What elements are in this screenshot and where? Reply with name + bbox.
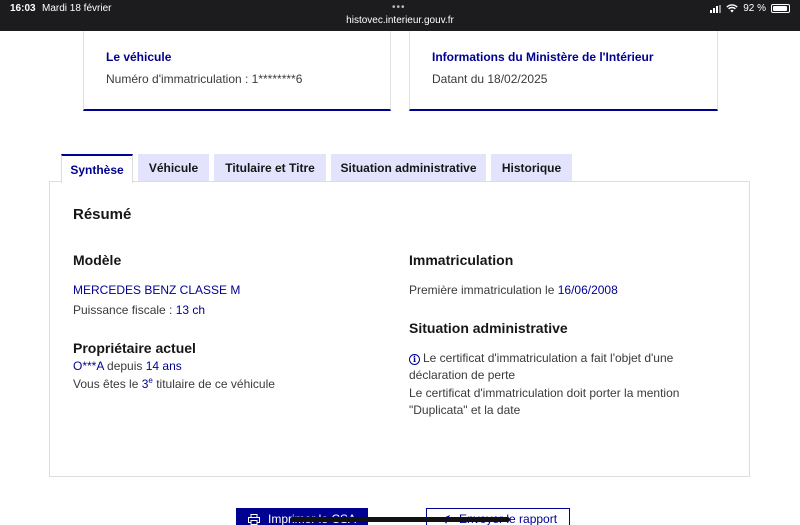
fiscal-power: Puissance fiscale : 13 ch <box>73 303 205 317</box>
model-name: MERCEDES BENZ CLASSE M <box>73 283 241 297</box>
synthese-panel: Résumé Modèle MERCEDES BENZ CLASSE M Pui… <box>49 181 750 477</box>
status-bar: 16:03 Mardi 18 février ••• histovec.inte… <box>0 0 800 31</box>
first-registration-label: Première immatriculation le <box>409 283 558 297</box>
ministry-card-title: Informations du Ministère de l'Intérieur <box>432 50 654 64</box>
tab-situation-administrative[interactable]: Situation administrative <box>331 154 486 182</box>
resume-heading: Résumé <box>73 206 132 223</box>
home-indicator[interactable] <box>290 517 510 522</box>
info-icon: i <box>409 354 420 365</box>
situation-line-1: i Le certificat d'immatriculation a fait … <box>409 351 673 365</box>
ministry-date: Datant du 18/02/2025 <box>432 72 548 86</box>
tab-vehicule[interactable]: Véhicule <box>138 154 209 182</box>
vehicle-card: Le véhicule Numéro d'immatriculation : 1… <box>83 31 391 111</box>
cellular-signal-icon <box>710 4 722 13</box>
proprietaire-heading: Propriétaire actuel <box>73 340 196 356</box>
first-registration-date: 16/06/2008 <box>557 283 618 297</box>
address-bar-url[interactable]: histovec.interieur.gouv.fr <box>0 15 800 26</box>
battery-icon <box>771 4 790 13</box>
holder-rank-suffix: titulaire de ce véhicule <box>152 377 275 391</box>
fiscal-power-value: 13 ch <box>175 303 206 317</box>
tab-historique[interactable]: Historique <box>491 154 572 182</box>
situation-line-3: Le certificat d'immatriculation doit por… <box>409 386 680 400</box>
tab-titulaire-et-titre[interactable]: Titulaire et Titre <box>214 154 326 182</box>
immatriculation-heading: Immatriculation <box>409 252 514 268</box>
status-indicators: 92 % <box>710 3 790 14</box>
ministry-card: Informations du Ministère de l'Intérieur… <box>409 31 718 111</box>
owner-since-label: depuis <box>103 359 146 373</box>
tab-synthese[interactable]: Synthèse <box>61 154 133 183</box>
modele-heading: Modèle <box>73 252 122 268</box>
status-time: 16:03 <box>10 3 36 14</box>
owner-name: O***A <box>73 359 104 373</box>
holder-rank: Vous êtes le 3e titulaire de ce véhicule <box>73 376 275 391</box>
owner-line: O***A depuis 14 ans <box>73 359 182 373</box>
battery-percentage: 92 % <box>743 3 766 14</box>
situation-heading: Situation administrative <box>409 320 568 336</box>
wifi-icon <box>726 4 738 13</box>
fiscal-power-label: Puissance fiscale : <box>73 303 176 317</box>
first-registration: Première immatriculation le 16/06/2008 <box>409 283 618 297</box>
vehicle-card-title: Le véhicule <box>106 50 172 64</box>
holder-rank-prefix: Vous êtes le <box>73 377 142 391</box>
status-date: Mardi 18 février <box>42 3 112 14</box>
situation-text-1: Le certificat d'immatriculation a fait l… <box>423 351 674 365</box>
more-options-icon[interactable]: ••• <box>392 2 406 13</box>
situation-line-4: "Duplicata" et la date <box>409 403 521 417</box>
printer-icon <box>248 513 260 525</box>
owner-since-value: 14 ans <box>145 359 182 373</box>
registration-number: Numéro d'immatriculation : 1********6 <box>106 72 303 86</box>
situation-line-2: déclaration de perte <box>409 368 516 382</box>
